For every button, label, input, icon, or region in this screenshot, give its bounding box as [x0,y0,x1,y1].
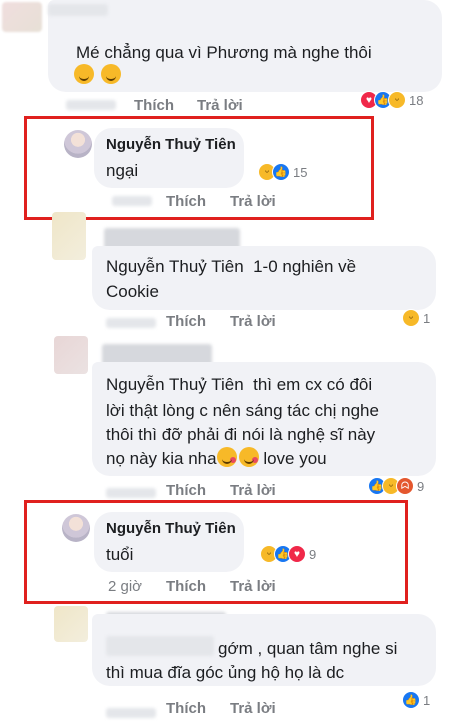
reply-button[interactable]: Trả lời [230,482,276,499]
commenter-avatar[interactable] [54,606,88,642]
angry-reaction-icon: ᗣ [396,477,414,495]
redacted-time [66,100,116,110]
love-reaction-icon: ♥ [288,545,306,563]
comment-emojis [74,64,122,86]
like-reaction-icon: 👍 [402,691,420,709]
reaction-summary[interactable]: 👍 ᵕ ᗣ 9 [368,476,424,496]
reaction-count: 1 [423,692,431,708]
like-button[interactable]: Thích [134,97,174,114]
comment-bubble: gớm , quan tâm nghe si thì mua đĩa góc ủ… [92,614,436,686]
comment-text: Nguyễn Thuỷ Tiên thì em cx có đôi [106,375,373,394]
like-button[interactable]: Thích [166,578,206,595]
haha-reaction-icon: ᵕ [388,91,406,109]
reaction-summary[interactable]: ᵕ 👍 15 [258,162,307,182]
kissing-emoji-icon [216,447,237,467]
like-button[interactable]: Thích [166,482,206,499]
reaction-count: 9 [309,546,317,562]
like-button[interactable]: Thích [166,313,206,330]
reaction-summary[interactable]: 👍 1 [402,690,430,710]
comment-bubble: Nguyễn Thuỷ Tiên tuổi [94,512,244,572]
comment-bubble: Nguyễn Thuỷ Tiên thì em cx có đôi lời th… [92,362,436,476]
like-reaction-icon: 👍 [272,163,290,181]
kissing-emoji-icon [238,447,259,467]
comment-text: tuổi [106,545,134,564]
user-avatar[interactable] [62,514,90,542]
comment-text: thì mua đĩa góc ủng hộ họ là dc [106,663,345,682]
reply-button[interactable]: Trả lời [230,578,276,595]
reply-button[interactable]: Trả lời [230,700,276,717]
reply-button[interactable]: Trả lời [230,193,276,210]
reaction-count: 18 [409,92,424,108]
comment-bubble: Nguyễn Thuỷ Tiên ngại [94,128,244,188]
comment-text: Mé chẳng qua vì Phương mà nghe thôi [76,43,372,62]
redacted-author-name [48,4,108,16]
haha-reaction-icon: ᵕ [402,309,420,327]
grinning-emoji-icon [101,64,122,84]
comment-author[interactable]: Nguyễn Thuỷ Tiên [106,136,236,153]
redacted-time [106,488,156,498]
reaction-summary[interactable]: ᵕ 1 [402,308,430,328]
reaction-summary[interactable]: ᵕ 👍 ♥ 9 [260,544,316,564]
comment-text: ngại [106,161,139,180]
comment-bubble: Mé chẳng qua vì Phương mà nghe thôi [48,0,442,92]
grinning-emoji-icon [74,64,94,84]
comment-text: lời thật lòng c nên sáng tác chị nghe [106,401,379,420]
reaction-count: 15 [293,164,308,180]
reaction-summary[interactable]: ♥ 👍 ᵕ 18 [360,90,423,110]
redacted-time [106,318,156,328]
like-button[interactable]: Thích [166,193,206,210]
comment-text: nọ này kia nha [106,449,217,468]
like-button[interactable]: Thích [166,700,206,717]
reaction-count: 1 [423,310,431,326]
commenter-avatar[interactable] [52,212,86,260]
comment-text: thôi thì đỡ phải đi nói là nghệ sĩ này [106,425,376,444]
reaction-count: 9 [417,478,425,494]
redacted-time [112,196,152,206]
commenter-avatar[interactable] [54,336,88,374]
comment-text: Cookie [106,282,159,301]
comment-author[interactable]: Nguyễn Thuỷ Tiên [106,520,236,537]
redacted-text [106,636,214,656]
comment-time[interactable]: 2 giờ [108,578,142,595]
comment-text: gớm , quan tâm nghe si [218,639,398,658]
comment-text-line: nọ này kia nha love you [106,446,327,472]
reply-button[interactable]: Trả lời [230,313,276,330]
comment-text: Nguyễn Thuỷ Tiên 1-0 nghiên về [106,257,357,276]
commenter-avatar[interactable] [2,2,42,32]
reply-button[interactable]: Trả lời [197,97,243,114]
comment-text: love you [258,449,327,468]
user-avatar[interactable] [64,130,92,158]
redacted-time [106,708,156,718]
comment-bubble: Nguyễn Thuỷ Tiên 1-0 nghiên về Cookie [92,246,436,310]
